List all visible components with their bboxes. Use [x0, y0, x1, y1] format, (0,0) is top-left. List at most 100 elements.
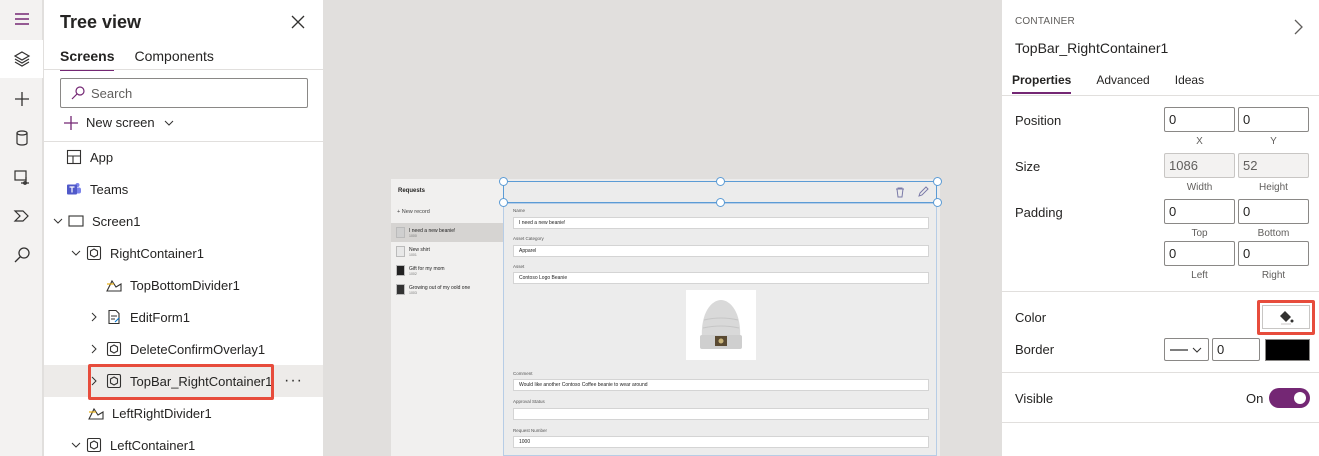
item-number: 1002: [409, 271, 417, 276]
top-caption: Top: [1191, 228, 1208, 239]
search-box[interactable]: [60, 78, 308, 108]
list-item[interactable]: New shirt 1001: [391, 242, 504, 261]
container-icon: [106, 341, 122, 357]
tab-properties[interactable]: Properties: [1012, 73, 1072, 94]
left-caption: Left: [1191, 270, 1208, 281]
container-icon: [86, 245, 102, 261]
item-number: 1001: [409, 252, 417, 257]
resize-handle[interactable]: [933, 177, 942, 186]
width-caption: Width: [1186, 182, 1213, 193]
padding-left-input[interactable]: [1164, 241, 1235, 266]
tree-item-teams[interactable]: Teams: [44, 173, 323, 205]
control-name[interactable]: TopBar_RightContainer1: [1015, 40, 1168, 56]
resize-handle[interactable]: [499, 198, 508, 207]
color-label: Color: [1015, 310, 1047, 325]
border-label: Border: [1015, 342, 1055, 357]
data-icon[interactable]: [0, 119, 43, 157]
visible-state: On: [1246, 391, 1264, 406]
chevron-right-icon[interactable]: [1291, 18, 1305, 36]
tab-ideas[interactable]: Ideas: [1175, 73, 1204, 94]
new-screen-button[interactable]: New screen: [64, 115, 175, 130]
close-icon[interactable]: [290, 14, 306, 30]
tree-item-label: TopBar_RightContainer1: [130, 373, 273, 389]
tree-item-topbottomdivider1[interactable]: TopBottomDivider1: [44, 269, 323, 301]
tree-item-editform1[interactable]: EditForm1: [44, 301, 323, 333]
control-type: CONTAINER: [1015, 16, 1075, 27]
new-record-label: New record: [401, 209, 430, 215]
tab-screens[interactable]: Screens: [60, 48, 115, 71]
hamburger-icon[interactable]: [0, 0, 43, 38]
chevron-down-icon[interactable]: [52, 215, 64, 227]
position-y-input[interactable]: [1238, 107, 1309, 132]
tree-item-topbar-rightcontainer1[interactable]: TopBar_RightContainer1 ···: [44, 365, 323, 397]
padding-top-input[interactable]: [1164, 199, 1235, 224]
border-width-input[interactable]: [1212, 338, 1260, 361]
resize-handle[interactable]: [499, 177, 508, 186]
new-record-button[interactable]: + New record: [397, 209, 430, 215]
padding-right-input[interactable]: [1238, 241, 1309, 266]
tree-item-screen1[interactable]: Screen1: [44, 205, 323, 237]
divider: [44, 69, 323, 70]
edit-icon[interactable]: [917, 186, 929, 198]
list-item[interactable]: Gift for my mom 1002: [391, 261, 504, 280]
app-icon: [66, 149, 82, 165]
resize-handle[interactable]: [716, 198, 725, 207]
tree-view-title: Tree view: [60, 12, 142, 32]
plus-icon[interactable]: [0, 80, 43, 118]
container-icon: [86, 437, 102, 453]
item-thumbnail: [396, 246, 405, 257]
chevron-down-icon[interactable]: [163, 117, 175, 129]
tree-item-app[interactable]: App: [44, 141, 323, 173]
screen-icon: [68, 215, 84, 227]
paint-bucket-icon: [1280, 311, 1294, 325]
list-item[interactable]: Growing out of my oold one 1003: [391, 280, 504, 299]
line-style-icon: [1170, 348, 1189, 351]
tree-item-deleteconfirmoverlay1[interactable]: DeleteConfirmOverlay1: [44, 333, 323, 365]
tree-view-panel: Tree view Screens Components New screen …: [44, 0, 324, 456]
chevron-right-icon[interactable]: [88, 343, 100, 355]
search-icon: [71, 86, 85, 100]
border-color-swatch[interactable]: [1265, 339, 1310, 361]
tree-item-label: LeftContainer1: [110, 437, 196, 453]
color-picker-button[interactable]: [1262, 305, 1310, 329]
border-style-dropdown[interactable]: [1164, 338, 1209, 361]
chevron-down-icon: [1192, 347, 1202, 353]
plus-icon: [64, 115, 78, 130]
design-canvas[interactable]: Requests + New record I need a new beani…: [325, 0, 1001, 456]
container-icon: [106, 373, 122, 389]
chevron-down-icon[interactable]: [70, 247, 82, 259]
list-item[interactable]: I need a new beanie! 1000: [391, 223, 504, 242]
chevron-down-icon[interactable]: [70, 439, 82, 451]
width-input: [1164, 153, 1235, 178]
divider: [1002, 372, 1319, 373]
search-icon[interactable]: [0, 236, 43, 274]
chevron-right-icon[interactable]: [88, 311, 100, 323]
power-automate-icon[interactable]: [0, 197, 43, 235]
form-icon: [108, 309, 120, 325]
tab-advanced[interactable]: Advanced: [1096, 73, 1149, 94]
tree-item-leftrightdivider1[interactable]: LeftRightDivider1: [44, 397, 323, 429]
resize-handle[interactable]: [933, 198, 942, 207]
visible-toggle[interactable]: [1269, 388, 1310, 408]
trash-icon[interactable]: [894, 186, 906, 198]
tree-item-label: Screen1: [92, 213, 141, 229]
toggle-knob: [1294, 392, 1306, 404]
tree-item-leftcontainer1[interactable]: LeftContainer1: [44, 429, 323, 456]
item-thumbnail: [396, 227, 405, 238]
tree-item-rightcontainer1[interactable]: RightContainer1: [44, 237, 323, 269]
more-options-button[interactable]: ···: [284, 372, 303, 390]
chevron-right-icon[interactable]: [88, 375, 100, 387]
padding-label: Padding: [1015, 205, 1063, 220]
tab-components[interactable]: Components: [134, 48, 213, 71]
size-label: Size: [1015, 159, 1041, 174]
teams-icon: [67, 183, 81, 195]
padding-bottom-input[interactable]: [1238, 199, 1309, 224]
position-x-input[interactable]: [1164, 107, 1235, 132]
search-input[interactable]: [91, 85, 291, 101]
layers-icon[interactable]: [0, 40, 43, 78]
divider-icon: [106, 279, 122, 292]
resize-handle[interactable]: [716, 177, 725, 186]
media-icon[interactable]: [0, 158, 43, 196]
divider: [1002, 422, 1319, 423]
tree-item-label: Teams: [90, 181, 129, 197]
